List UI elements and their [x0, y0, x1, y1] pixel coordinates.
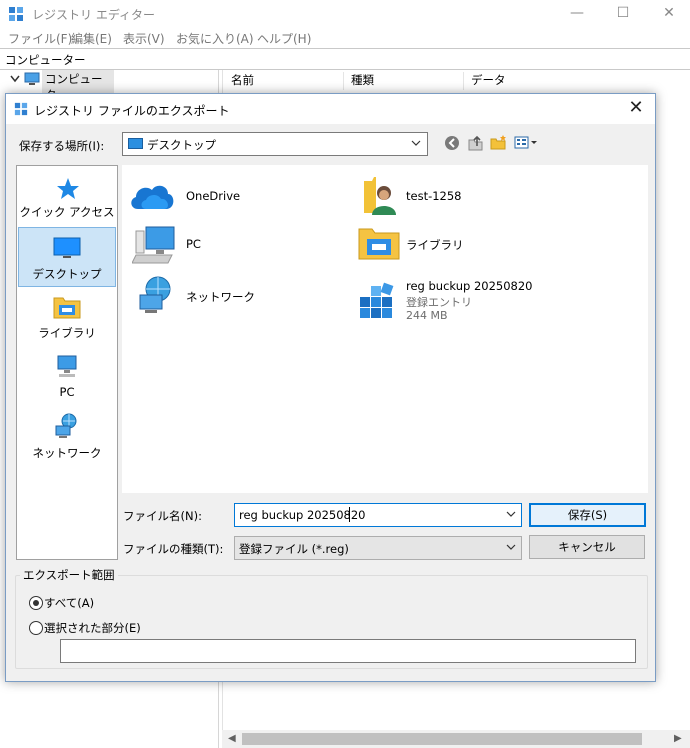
- filename-label: ファイル名(N):: [123, 509, 202, 523]
- network-icon: [55, 413, 77, 438]
- export-all-label[interactable]: すべて(A): [44, 595, 94, 611]
- quick-access-star-icon: [57, 178, 79, 199]
- chevron-down-icon[interactable]: [506, 509, 516, 519]
- place-pc[interactable]: PC: [17, 347, 117, 405]
- network-icon: [139, 276, 171, 313]
- main-close-button[interactable]: ✕: [646, 0, 690, 28]
- place-label: ライブラリ: [38, 326, 96, 340]
- file-type: 登録エントリ: [406, 296, 472, 309]
- view-menu-icon[interactable]: [513, 134, 539, 152]
- save-button[interactable]: 保存(S): [529, 503, 646, 527]
- export-range-input[interactable]: [60, 639, 636, 663]
- cancel-button[interactable]: キャンセル: [529, 535, 645, 559]
- filename-value: reg buckup 20250820: [239, 508, 366, 522]
- file-name: test-1258: [406, 189, 462, 203]
- text-caret: [349, 507, 350, 522]
- horizontal-scrollbar[interactable]: ◀ ▶: [222, 730, 690, 748]
- desktop-icon: [53, 237, 81, 258]
- library-icon: [53, 297, 81, 319]
- save-in-value: デスクトップ: [147, 138, 216, 152]
- filetype-value: 登録ファイル (*.reg): [239, 542, 349, 556]
- computer-icon: [24, 72, 40, 85]
- dialog-title: レジストリ ファイルのエクスポート: [34, 104, 230, 118]
- place-libraries[interactable]: ライブラリ: [17, 287, 117, 345]
- filename-input[interactable]: reg buckup 20250820: [234, 503, 522, 527]
- save-in-label: 保存する場所(I):: [19, 139, 105, 153]
- library-icon: [358, 228, 400, 260]
- place-network[interactable]: ネットワーク: [17, 407, 117, 465]
- file-item-onedrive[interactable]: OneDrive: [128, 175, 348, 223]
- file-item-libraries[interactable]: ライブラリ: [358, 223, 618, 271]
- place-label: PC: [59, 385, 75, 399]
- menu-file[interactable]: ファイル(F): [8, 30, 72, 47]
- scroll-left-icon[interactable]: ◀: [228, 733, 236, 744]
- save-in-dropdown[interactable]: デスクトップ: [122, 132, 428, 156]
- user-folder-icon: [364, 177, 396, 215]
- menu-view[interactable]: 表示(V): [123, 30, 165, 47]
- main-window-title: レジストリ エディター: [32, 8, 155, 22]
- column-type[interactable]: 種類: [343, 72, 464, 90]
- menu-edit[interactable]: 編集(E): [71, 30, 112, 47]
- chevron-down-icon: [411, 140, 421, 146]
- registry-file-icon: [360, 282, 394, 318]
- scrollbar-thumb[interactable]: [242, 733, 642, 745]
- up-folder-icon[interactable]: [466, 134, 486, 152]
- registry-editor-icon: [14, 102, 28, 116]
- dialog-title-bar: レジストリ ファイルのエクスポート ✕: [6, 94, 655, 124]
- place-label: ネットワーク: [32, 446, 102, 460]
- minimize-button[interactable]: —: [554, 0, 600, 28]
- address-text: コンピューター: [5, 53, 86, 67]
- radio-export-all[interactable]: [29, 596, 43, 610]
- column-data[interactable]: データ: [463, 72, 671, 90]
- desktop-icon: [128, 138, 143, 149]
- menu-help[interactable]: ヘルプ(H): [257, 30, 311, 47]
- place-label: デスクトップ: [32, 267, 102, 281]
- file-size: 244 MB: [406, 309, 448, 322]
- file-name: PC: [186, 237, 201, 251]
- maximize-button[interactable]: ☐: [600, 0, 646, 28]
- new-folder-icon[interactable]: [489, 134, 509, 152]
- export-range-label: エクスポート範囲: [20, 567, 118, 583]
- file-name: ネットワーク: [186, 290, 255, 304]
- tree-root-computer[interactable]: コンピューター: [4, 70, 114, 104]
- file-item-user-folder[interactable]: test-1258: [358, 175, 618, 223]
- back-icon[interactable]: [443, 134, 463, 152]
- filetype-dropdown[interactable]: 登録ファイル (*.reg): [234, 536, 522, 560]
- address-bar[interactable]: コンピューター: [0, 48, 690, 70]
- file-item-network[interactable]: ネットワーク: [128, 275, 348, 323]
- filetype-label: ファイルの種類(T):: [123, 542, 224, 556]
- place-desktop[interactable]: デスクトップ: [18, 227, 116, 287]
- radio-export-selected[interactable]: [29, 621, 43, 635]
- registry-editor-icon: [9, 7, 23, 21]
- chevron-down-icon: [506, 544, 516, 550]
- dialog-close-button[interactable]: ✕: [621, 96, 651, 122]
- pc-icon: [57, 355, 77, 377]
- file-list[interactable]: OneDrive test-1258 PC ライブラリ ネットワーク reg b…: [122, 165, 648, 493]
- onedrive-cloud-icon: [131, 185, 174, 209]
- chevron-down-icon[interactable]: [10, 75, 20, 83]
- export-dialog: レジストリ ファイルのエクスポート ✕ 保存する場所(I): デスクトップ クイ…: [5, 93, 656, 682]
- file-name: OneDrive: [186, 189, 241, 203]
- menu-bar: ファイル(F) 編集(E) 表示(V) お気に入り(A) ヘルプ(H): [0, 28, 690, 48]
- place-quick-access[interactable]: クイック アクセス: [17, 166, 117, 224]
- file-item-reg-backup[interactable]: reg buckup 20250820 登録エントリ 244 MB: [358, 275, 618, 337]
- menu-favorites[interactable]: お気に入り(A): [176, 30, 254, 47]
- scroll-right-icon[interactable]: ▶: [674, 733, 682, 744]
- column-name[interactable]: 名前: [223, 72, 344, 90]
- place-label: クイック アクセス: [19, 205, 115, 219]
- radio-selected-dot: [33, 600, 39, 606]
- file-item-pc[interactable]: PC: [128, 223, 348, 271]
- places-bar: クイック アクセス デスクトップ ライブラリ PC ネットワーク: [16, 165, 118, 560]
- file-name: ライブラリ: [406, 238, 464, 252]
- file-name: reg buckup 20250820: [406, 279, 533, 293]
- main-title-bar: レジストリ エディター — ☐ ✕: [0, 0, 690, 28]
- export-selected-label[interactable]: 選択された部分(E): [44, 620, 141, 636]
- pc-icon: [132, 226, 175, 264]
